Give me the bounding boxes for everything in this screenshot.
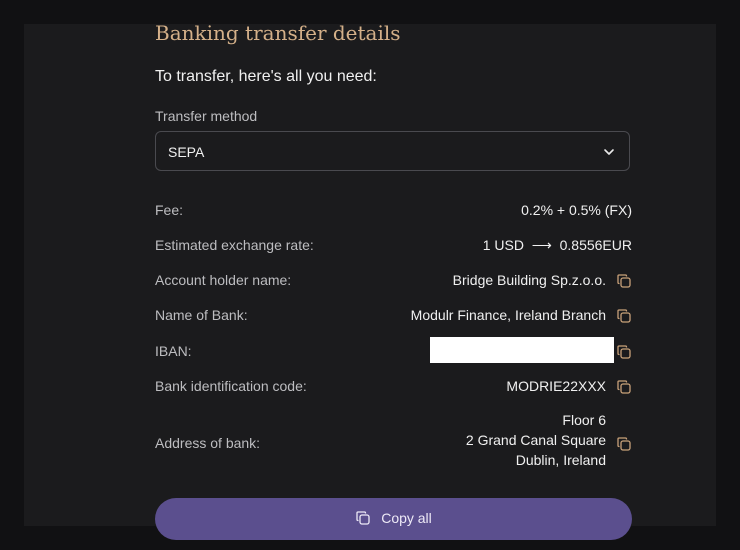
bank-name-label: Name of Bank: bbox=[155, 307, 248, 323]
exchange-rate-value: 1 USD ⟶ 0.8556EUR bbox=[482, 237, 632, 253]
iban-row: IBAN: bbox=[155, 337, 632, 363]
iban-label: IBAN: bbox=[155, 343, 192, 359]
transfer-panel: Banking transfer details To transfer, he… bbox=[24, 21, 716, 540]
bank-name-value: Modulr Finance, Ireland Branch bbox=[410, 307, 606, 323]
bank-address-line: 2 Grand Canal Square bbox=[465, 432, 606, 448]
chevron-down-icon bbox=[604, 149, 614, 155]
copy-icon[interactable] bbox=[616, 308, 632, 324]
page-title: Banking transfer details bbox=[155, 21, 401, 45]
copy-all-label: Copy all bbox=[381, 510, 432, 526]
copy-icon bbox=[356, 511, 370, 525]
account-holder-row: Account holder name: Bridge Building Sp.… bbox=[155, 272, 632, 292]
account-holder-label: Account holder name: bbox=[155, 272, 292, 288]
copy-all-button[interactable]: Copy all bbox=[155, 498, 632, 540]
bic-label: Bank identification code: bbox=[155, 378, 307, 394]
transfer-method-value: SEPA bbox=[168, 144, 205, 160]
bank-address-row: Address of bank: Floor 6 2 Grand Canal S… bbox=[155, 410, 632, 472]
fee-label: Fee: bbox=[155, 202, 184, 218]
page-subtitle: To transfer, here's all you need: bbox=[155, 68, 377, 85]
transfer-method-label: Transfer method bbox=[155, 108, 258, 124]
copy-icon[interactable] bbox=[616, 379, 632, 395]
fee-value: 0.2% + 0.5% (FX) bbox=[521, 202, 632, 218]
copy-icon[interactable] bbox=[616, 344, 632, 360]
iban-redacted-value bbox=[430, 337, 614, 363]
bic-row: Bank identification code: MODRIE22XXX bbox=[155, 378, 632, 398]
copy-icon[interactable] bbox=[616, 273, 632, 289]
bank-address-line: Dublin, Ireland bbox=[515, 452, 606, 468]
bank-address-label: Address of bank: bbox=[155, 435, 261, 451]
exchange-rate-row: Estimated exchange rate: 1 USD ⟶ 0.8556E… bbox=[155, 237, 632, 257]
copy-icon[interactable] bbox=[616, 436, 632, 452]
account-holder-value: Bridge Building Sp.z.o.o. bbox=[452, 272, 606, 288]
exchange-rate-label: Estimated exchange rate: bbox=[155, 237, 314, 253]
bank-name-row: Name of Bank: Modulr Finance, Ireland Br… bbox=[155, 307, 632, 327]
bic-value: MODRIE22XXX bbox=[506, 378, 606, 394]
bank-address-line: Floor 6 bbox=[562, 412, 606, 428]
transfer-method-select[interactable]: SEPA bbox=[155, 131, 630, 171]
bank-address-value: Floor 6 2 Grand Canal Square Dublin, Ire… bbox=[466, 410, 606, 470]
fee-row: Fee: 0.2% + 0.5% (FX) bbox=[155, 202, 632, 222]
